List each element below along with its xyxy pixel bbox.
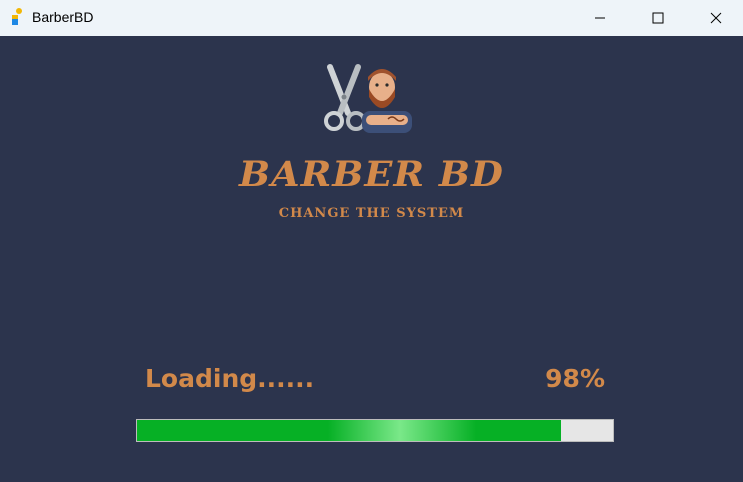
window-title: BarberBD [32,9,94,25]
close-button[interactable] [687,0,743,36]
minimize-button[interactable] [571,0,629,36]
progress-fill [137,420,561,441]
maximize-button[interactable] [629,0,687,36]
minimize-icon [595,17,605,19]
title-bar[interactable]: BarberBD [0,0,743,36]
close-icon [710,12,722,24]
splash-screen: BARBER BD CHANGE THE SYSTEM Loading.....… [0,36,743,482]
progress-percent: 98% [545,364,605,393]
barber-scissors-logo-icon [324,64,412,133]
brand-name: BARBER BD [239,154,504,195]
brand-tagline: CHANGE THE SYSTEM [278,206,465,221]
progress-bar [136,419,614,442]
loading-label: Loading...... [145,364,315,393]
app-icon [12,8,22,25]
maximize-icon [652,12,664,24]
